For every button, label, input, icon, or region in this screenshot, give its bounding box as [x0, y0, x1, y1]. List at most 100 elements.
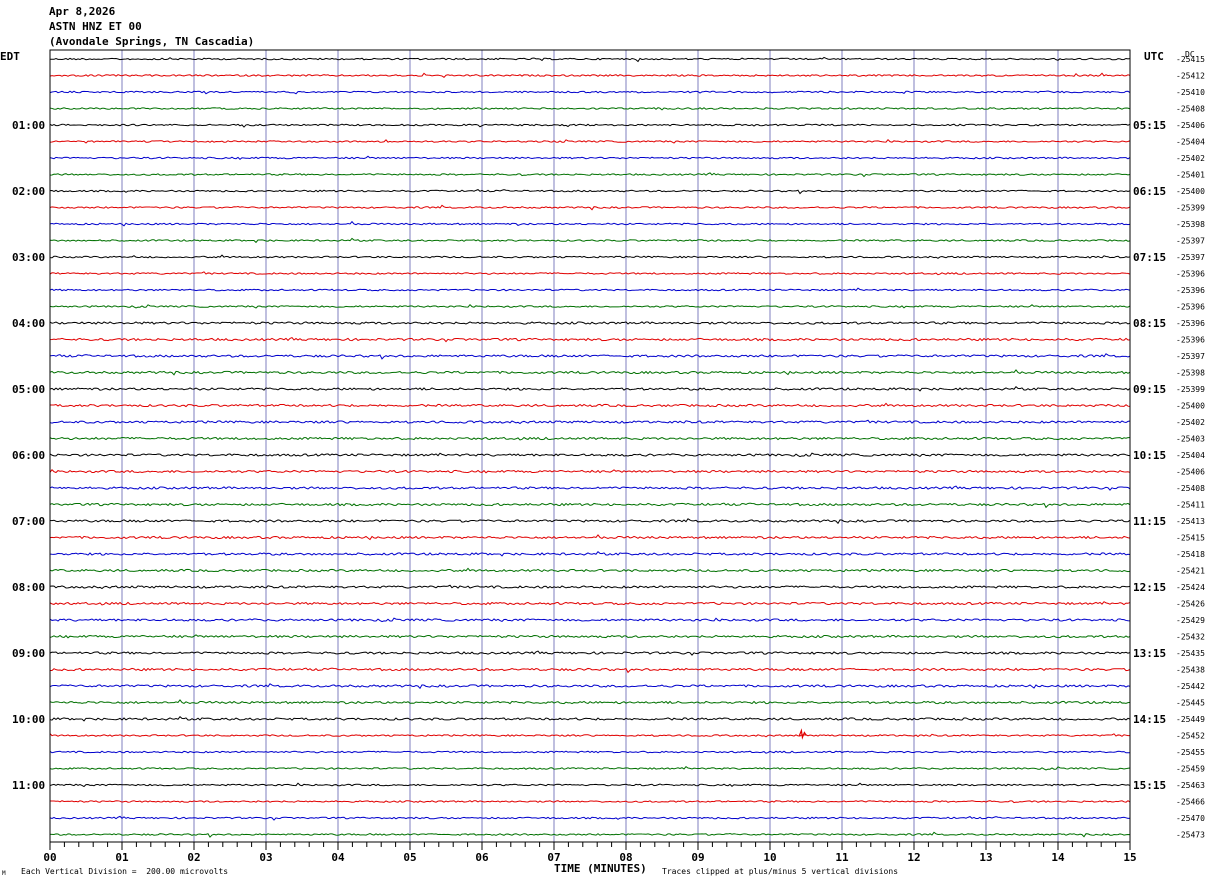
- dc-offset-label: -25397: [1176, 352, 1205, 361]
- x-tick-label: 05: [403, 851, 416, 864]
- seismic-trace: [49, 220, 1131, 227]
- dc-offset-label: -25400: [1176, 402, 1205, 411]
- right-time-label: 14:15: [1133, 713, 1166, 726]
- dc-offset-label: -25402: [1176, 154, 1205, 163]
- right-time-label: 12:15: [1133, 581, 1166, 594]
- left-time-label: 07:00: [12, 515, 45, 528]
- dc-offset-label: -25426: [1176, 600, 1205, 609]
- dc-offset-label: -25406: [1176, 468, 1205, 477]
- left-time-label: 11:00: [12, 779, 45, 792]
- seismic-trace: [49, 336, 1131, 343]
- seismic-trace: [49, 716, 1131, 722]
- dc-offset-label: -25411: [1176, 501, 1205, 510]
- left-time-label: 02:00: [12, 185, 45, 198]
- dc-offset-label: -25408: [1176, 105, 1205, 114]
- seismic-trace: [49, 699, 1131, 705]
- dc-offset-label: -25415: [1176, 534, 1205, 543]
- seismic-trace: [49, 287, 1131, 292]
- footer-clip-note: Traces clipped at plus/minus 5 vertical …: [662, 867, 899, 876]
- seismic-trace: [49, 386, 1131, 392]
- seismic-trace: [49, 584, 1131, 590]
- seismic-trace: [49, 650, 1131, 656]
- x-tick-label: 04: [331, 851, 345, 864]
- dc-offset-label: -25396: [1176, 303, 1205, 312]
- left-time-label: 10:00: [12, 713, 45, 726]
- seismic-trace: [49, 353, 1131, 360]
- seismic-trace: [49, 419, 1131, 425]
- dc-offset-label: -25399: [1176, 204, 1205, 213]
- dc-offset-label: -25424: [1176, 583, 1205, 592]
- dc-offset-label: -25421: [1176, 567, 1205, 576]
- dc-offset-label: -25399: [1176, 385, 1205, 394]
- seismic-trace: [49, 155, 1131, 160]
- dc-offset-label: -25406: [1176, 121, 1205, 130]
- x-tick-label: 06: [475, 851, 489, 864]
- dc-offset-label: -25402: [1176, 418, 1205, 427]
- seismic-trace: [49, 617, 1131, 623]
- seismic-trace: [49, 254, 1131, 259]
- right-time-label: 10:15: [1133, 449, 1166, 462]
- seismic-trace: [49, 683, 1131, 690]
- trace-event-spike: [798, 728, 807, 740]
- dc-offset-label: -25438: [1176, 666, 1205, 675]
- x-axis-label: TIME (MINUTES): [554, 862, 647, 875]
- left-time-label: 03:00: [12, 251, 45, 264]
- left-time-label: 08:00: [12, 581, 45, 594]
- x-tick-label: 01: [115, 851, 129, 864]
- seismic-trace: [49, 567, 1131, 573]
- dc-offset-label: -25403: [1176, 435, 1205, 444]
- seismic-trace: [49, 90, 1131, 95]
- seismic-trace: [49, 237, 1131, 244]
- x-tick-label: 03: [259, 851, 272, 864]
- seismic-trace: [49, 369, 1131, 376]
- seismic-trace: [49, 800, 1131, 804]
- x-tick-label: 11: [835, 851, 849, 864]
- seismic-trace: [49, 815, 1131, 821]
- dc-offset-label: -25445: [1176, 699, 1205, 708]
- seismic-trace: [49, 303, 1131, 309]
- dc-offset-label: -25415: [1176, 55, 1205, 64]
- footer-mark: M: [2, 870, 6, 877]
- x-tick-label: 02: [187, 851, 200, 864]
- dc-offset-label: -25404: [1176, 451, 1205, 460]
- right-time-label: 05:15: [1133, 119, 1166, 132]
- seismic-trace: [49, 271, 1131, 276]
- dc-offset-label: -25396: [1176, 319, 1205, 328]
- x-tick-label: 10: [763, 851, 776, 864]
- trace-layer: [49, 56, 1131, 838]
- dc-offset-label: -25432: [1176, 633, 1205, 642]
- dc-offset-label: -25463: [1176, 781, 1205, 790]
- dc-offset-label: -25412: [1176, 72, 1205, 81]
- footer-scale-note: Each Vertical Division = 200.00 microvol…: [21, 867, 229, 876]
- seismic-trace: [49, 601, 1131, 606]
- seismic-trace: [49, 468, 1131, 474]
- plot-frame: [49, 49, 1131, 843]
- seismic-trace: [49, 56, 1131, 63]
- right-time-label: 06:15: [1133, 185, 1166, 198]
- left-time-label: 09:00: [12, 647, 45, 660]
- grid-layer: [121, 50, 1059, 842]
- dc-offset-label: -25435: [1176, 649, 1205, 658]
- seismic-trace: [49, 189, 1131, 195]
- dc-offset-label: -25455: [1176, 748, 1205, 757]
- x-tick-label: 13: [979, 851, 992, 864]
- x-tick-label: 12: [907, 851, 920, 864]
- left-time-label: 06:00: [12, 449, 45, 462]
- right-time-label: 08:15: [1133, 317, 1166, 330]
- seismic-trace: [49, 123, 1131, 128]
- seismic-trace: [49, 766, 1131, 771]
- dc-offset-label: -25429: [1176, 616, 1205, 625]
- right-time-label: 13:15: [1133, 647, 1166, 660]
- seismic-trace: [49, 72, 1131, 78]
- dc-offset-label: -25466: [1176, 798, 1205, 807]
- seismic-trace: [49, 204, 1131, 211]
- dc-offset-label: -25449: [1176, 715, 1205, 724]
- dc-offset-label: -25397: [1176, 237, 1205, 246]
- helicorder-plot: 01:00 02:00 03:00 04:00 05:00 06:00 07:00 08:00…: [12, 49, 1205, 864]
- x-tick-label: 00: [43, 851, 56, 864]
- seismic-trace: [49, 750, 1130, 754]
- dc-offset-label: -25396: [1176, 336, 1205, 345]
- seismic-trace: [49, 551, 1131, 557]
- left-time-label: 01:00: [12, 119, 45, 132]
- dc-offset-label: -25459: [1176, 765, 1205, 774]
